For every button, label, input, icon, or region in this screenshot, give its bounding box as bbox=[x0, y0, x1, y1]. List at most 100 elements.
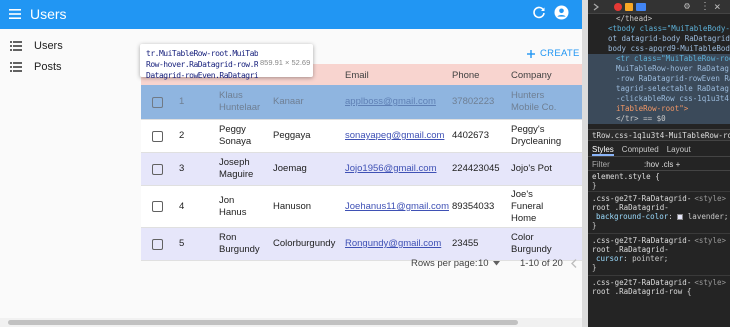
column-header-company[interactable]: Company bbox=[511, 70, 552, 81]
chevron-right-icon[interactable] bbox=[592, 3, 600, 11]
code-line-selected[interactable]: tagrid-selectable RaDatagrid bbox=[588, 84, 730, 94]
table-row[interactable]: 2 Peggy Sonaya Peggaya sonayapeg@gmail.c… bbox=[141, 120, 582, 153]
color-swatch[interactable] bbox=[677, 214, 684, 220]
code-line[interactable]: body css-apqrd9-MuiTableBody bbox=[588, 44, 730, 54]
horizontal-scrollbar[interactable] bbox=[0, 318, 582, 327]
settings-icon[interactable]: ⚙ bbox=[684, 1, 690, 12]
close-icon[interactable]: × bbox=[714, 0, 721, 13]
cell-email[interactable]: applboss@gmail.com bbox=[345, 96, 436, 108]
account-icon[interactable] bbox=[554, 5, 569, 20]
row-checkbox[interactable] bbox=[152, 97, 163, 108]
style-rule: <style> .css-ge2t7-RaDatagrid-root .RaDa… bbox=[588, 194, 730, 234]
css-property: cursor bbox=[596, 254, 624, 263]
info-badge-icon[interactable] bbox=[636, 3, 646, 11]
table-row[interactable]: 3 Joseph Maguire Joemag Jojo1956@gmail.c… bbox=[141, 153, 582, 186]
rule-close: } bbox=[592, 221, 597, 230]
style-rule: <style> .css-ge2t7-RaDatagrid-root .RaDa… bbox=[588, 278, 730, 327]
code-line-selected[interactable]: -clickableRow css-1q1u3t4-Mu bbox=[588, 94, 730, 104]
app-bar: Users bbox=[0, 0, 582, 29]
page-range: 1-10 of 20 bbox=[520, 258, 563, 269]
cell-phone: 4402673 bbox=[452, 130, 489, 141]
app-title: Users bbox=[30, 6, 67, 22]
styles-filter-bar: Filter :hov .cls + bbox=[588, 158, 730, 171]
rows-per-page-value: 10 bbox=[478, 258, 489, 269]
cell-name: Klaus Huntelaar bbox=[219, 90, 261, 113]
cell-phone: 37802223 bbox=[452, 96, 495, 107]
inspector-tooltip: tr.MuiTableRow-root.MuiTable Row-hover.R… bbox=[140, 44, 313, 80]
code-line[interactable]: ot datagrid-body RaDatagrid- bbox=[588, 34, 730, 44]
cell-name: Ron Burgundy bbox=[219, 232, 260, 255]
rule-selector[interactable]: .css-ge2t7-RaDatagrid-root .RaDatagrid-r… bbox=[588, 194, 696, 212]
rows-per-page-label: Rows per page: bbox=[411, 258, 478, 269]
rule-selector[interactable]: .css-ge2t7-RaDatagrid-root .RaDatagrid-c… bbox=[588, 236, 696, 254]
chevron-left-icon[interactable] bbox=[571, 259, 577, 268]
tooltip-selector-line: tr.MuiTableRow-root.MuiTable bbox=[146, 49, 258, 58]
sidebar-item-posts[interactable]: Posts bbox=[10, 59, 62, 75]
cell-id: 3 bbox=[179, 163, 185, 174]
cell-company: Joe's Funeral Home bbox=[511, 189, 544, 224]
cell-username: Hanuson bbox=[273, 201, 312, 212]
code-line-selected[interactable]: iTableRow-root"> bbox=[588, 104, 730, 114]
code-line[interactable]: <tbody class="MuiTableBody-ro bbox=[588, 24, 730, 34]
filter-input[interactable]: Filter bbox=[592, 160, 610, 169]
cell-email[interactable]: Jojo1956@gmail.com bbox=[345, 163, 437, 175]
cell-id: 1 bbox=[179, 96, 185, 107]
code-line[interactable]: </thead> bbox=[588, 14, 730, 24]
column-header-email[interactable]: Email bbox=[345, 70, 369, 81]
more-vertical-icon[interactable]: ⋮ bbox=[700, 1, 710, 12]
code-line-selected[interactable]: MuiTableRow-hover RaDatagrid bbox=[588, 64, 730, 74]
table-row[interactable]: 5 Ron Burgundy Colorburgundy Rongundy@gm… bbox=[141, 228, 582, 261]
cell-company: Hunters Mobile Co. bbox=[511, 90, 557, 113]
rule-source[interactable]: <style> bbox=[694, 194, 726, 203]
filter-toggles[interactable]: :hov .cls + bbox=[644, 158, 680, 171]
column-header-phone[interactable]: Phone bbox=[452, 70, 479, 81]
cell-name: Peggy Sonaya bbox=[219, 124, 252, 147]
cell-email[interactable]: sonayapeg@gmail.com bbox=[345, 130, 444, 142]
cell-phone: 224423045 bbox=[452, 163, 500, 174]
row-checkbox[interactable] bbox=[152, 164, 163, 175]
rows-per-page-select[interactable]: 10 bbox=[478, 258, 500, 269]
scrollbar-thumb[interactable] bbox=[8, 320, 518, 325]
tooltip-selector: tr.MuiTableRow-root.MuiTable Row-hover.R… bbox=[146, 48, 258, 81]
rule-declaration[interactable]: cursor: pointer; bbox=[588, 254, 730, 263]
element-style-selector[interactable]: element.style { bbox=[588, 172, 730, 181]
style-rule-element: element.style { } bbox=[588, 172, 730, 192]
row-checkbox[interactable] bbox=[152, 239, 163, 250]
row-checkbox[interactable] bbox=[152, 131, 163, 142]
table-row[interactable]: 4 Jon Hanus Hanuson Joehanus11@gmail.com… bbox=[141, 186, 582, 228]
dom-breadcrumb[interactable]: tRow.css-1q1u3t4-MuiTableRow-root bbox=[588, 129, 730, 141]
cell-company: Peggy's Drycleaning bbox=[511, 124, 562, 147]
table-row[interactable]: 1 Klaus Huntelaar Kanaar applboss@gmail.… bbox=[141, 85, 582, 120]
elements-tree: </thead> <tbody class="MuiTableBody-ro o… bbox=[588, 14, 730, 127]
create-button[interactable]: CREATE bbox=[527, 48, 580, 59]
rule-source[interactable]: <style> bbox=[694, 236, 726, 245]
tab-computed[interactable]: Computed bbox=[622, 143, 659, 156]
rule-declaration[interactable]: background-color: lavender; bbox=[588, 212, 730, 221]
rule-source[interactable]: <style> bbox=[694, 278, 726, 287]
refresh-icon[interactable] bbox=[532, 6, 546, 20]
sidebar-item-users[interactable]: Users bbox=[10, 38, 63, 54]
tab-styles[interactable]: Styles bbox=[592, 143, 614, 156]
create-label: CREATE bbox=[540, 48, 580, 59]
tab-layout[interactable]: Layout bbox=[667, 143, 691, 156]
error-badge-icon[interactable] bbox=[614, 3, 622, 11]
code-line-selected[interactable]: </tr> == $0 bbox=[588, 114, 730, 124]
menu-icon[interactable] bbox=[8, 7, 22, 21]
warning-badge-icon[interactable] bbox=[625, 3, 633, 11]
sidebar-item-label: Posts bbox=[34, 61, 62, 73]
cell-id: 4 bbox=[179, 201, 185, 212]
devtools-tabs: Styles Computed Layout bbox=[588, 143, 730, 157]
cell-email[interactable]: Rongundy@gmail.com bbox=[345, 238, 441, 250]
list-icon bbox=[10, 62, 22, 72]
css-value: pointer; bbox=[632, 254, 669, 263]
code-line-selected[interactable]: <tr class="MuiTableRow-root bbox=[588, 54, 730, 64]
devtools-panel: ⚙ ⋮ × </thead> <tbody class="MuiTableBod… bbox=[588, 0, 730, 327]
code-line-selected[interactable]: -row RaDatagrid-rowEven Ra bbox=[588, 74, 730, 84]
cell-company: Color Burgundy bbox=[511, 232, 552, 255]
row-checkbox[interactable] bbox=[152, 201, 163, 212]
rule-selector[interactable]: .css-ge2t7-RaDatagrid-root .RaDatagrid-r… bbox=[588, 278, 696, 296]
css-value: lavender; bbox=[687, 212, 729, 221]
cell-username: Peggaya bbox=[273, 130, 311, 141]
cell-name: Jon Hanus bbox=[219, 195, 247, 218]
cell-email[interactable]: Joehanus11@gmail.com bbox=[345, 201, 449, 213]
